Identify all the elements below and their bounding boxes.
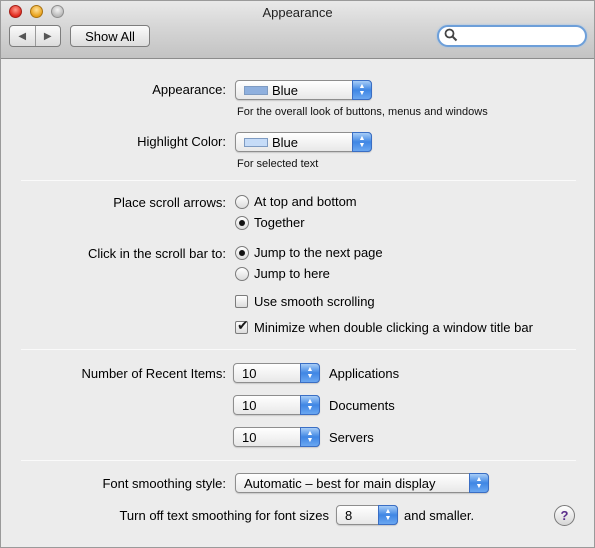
popup-arrows-icon: ▲ ▼ [300, 363, 320, 383]
highlight-popup[interactable]: Blue ▲ ▼ [235, 132, 372, 152]
font-smoothing-label: Font smoothing style: [102, 476, 226, 491]
appearance-swatch [244, 86, 268, 95]
appearance-label: Appearance: [152, 82, 226, 97]
popup-arrows-icon: ▲ ▼ [352, 132, 372, 152]
checkbox-label: Use smooth scrolling [254, 294, 375, 309]
radio-label: At top and bottom [254, 194, 357, 209]
right-arrow-icon: ▶ [43, 30, 52, 42]
back-forward-group: ◀ ▶ [9, 25, 61, 47]
radio-jump-next-page[interactable]: Jump to the next page [235, 245, 383, 260]
search-input[interactable] [461, 28, 581, 44]
radio-button[interactable] [235, 245, 249, 260]
radio-label: Jump to the next page [254, 245, 383, 260]
scroll-bar-click-label: Click in the scroll bar to: [88, 246, 226, 261]
recent-documents-popup[interactable]: 10 ▲ ▼ [233, 395, 320, 415]
recent-applications-label: Applications [329, 366, 400, 381]
checkbox-minimize-double-click[interactable]: Minimize when double clicking a window t… [235, 318, 533, 335]
font-size-popup[interactable]: 8 ▲ ▼ [336, 505, 398, 525]
help-button[interactable]: ? [554, 505, 575, 526]
recent-items-label: Number of Recent Items: [81, 366, 227, 381]
popup-arrows-icon: ▲ ▼ [352, 80, 372, 100]
recent-applications-value: 10 [242, 366, 257, 381]
checkbox-label: Minimize when double clicking a window t… [254, 320, 533, 335]
radio-button[interactable] [235, 266, 249, 281]
recent-servers-label: Servers [329, 430, 374, 445]
appearance-help-text: For the overall look of buttons, menus a… [237, 106, 488, 118]
radio-at-top-and-bottom[interactable]: At top and bottom [235, 194, 357, 209]
appearance-popup[interactable]: Blue ▲ ▼ [235, 80, 372, 100]
recent-documents-value: 10 [242, 398, 257, 413]
search-field[interactable] [437, 25, 587, 47]
recent-servers-popup[interactable]: 10 ▲ ▼ [233, 427, 320, 447]
recent-servers-value: 10 [242, 430, 257, 445]
divider [21, 180, 576, 181]
radio-label: Jump to here [254, 266, 330, 281]
forward-button[interactable]: ▶ [34, 26, 61, 46]
preferences-window: Appearance ◀ ▶ Show All Appearance: Blue… [0, 0, 595, 548]
content-area: Appearance: Blue ▲ ▼ For the overall look… [1, 60, 594, 547]
checkbox[interactable] [235, 318, 249, 334]
and-smaller-label: and smaller. [404, 508, 475, 523]
highlight-swatch [244, 138, 268, 147]
appearance-value: Blue [272, 83, 299, 98]
popup-arrows-icon: ▲ ▼ [378, 505, 398, 525]
divider [21, 349, 576, 350]
recent-applications-popup[interactable]: 10 ▲ ▼ [233, 363, 320, 383]
back-button[interactable]: ◀ [10, 26, 35, 46]
search-icon [444, 28, 458, 42]
highlight-value: Blue [272, 135, 299, 150]
scroll-arrows-label: Place scroll arrows: [113, 195, 226, 210]
popup-arrows-icon: ▲ ▼ [300, 395, 320, 415]
text-smoothing-off-label: Turn off text smoothing for font sizes [119, 508, 329, 523]
highlight-help-text: For selected text [237, 158, 319, 170]
radio-button[interactable] [235, 215, 249, 230]
title-toolbar: Appearance ◀ ▶ Show All [1, 1, 594, 59]
show-all-button[interactable]: Show All [70, 25, 150, 47]
popup-arrows-icon: ▲ ▼ [469, 473, 489, 493]
divider [21, 460, 576, 461]
radio-button[interactable] [235, 194, 249, 209]
radio-jump-to-here[interactable]: Jump to here [235, 266, 330, 281]
checkbox-smooth-scrolling[interactable]: Use smooth scrolling [235, 294, 375, 309]
font-smoothing-popup[interactable]: Automatic – best for main display ▲ ▼ [235, 473, 489, 493]
recent-documents-label: Documents [329, 398, 395, 413]
font-smoothing-value: Automatic – best for main display [244, 476, 436, 491]
left-arrow-icon: ◀ [18, 30, 27, 42]
font-size-value: 8 [345, 508, 353, 523]
popup-arrows-icon: ▲ ▼ [300, 427, 320, 447]
window-title: Appearance [262, 5, 333, 20]
radio-label: Together [254, 215, 305, 230]
checkbox[interactable] [235, 295, 248, 308]
highlight-label: Highlight Color: [137, 134, 226, 149]
radio-together[interactable]: Together [235, 215, 305, 230]
